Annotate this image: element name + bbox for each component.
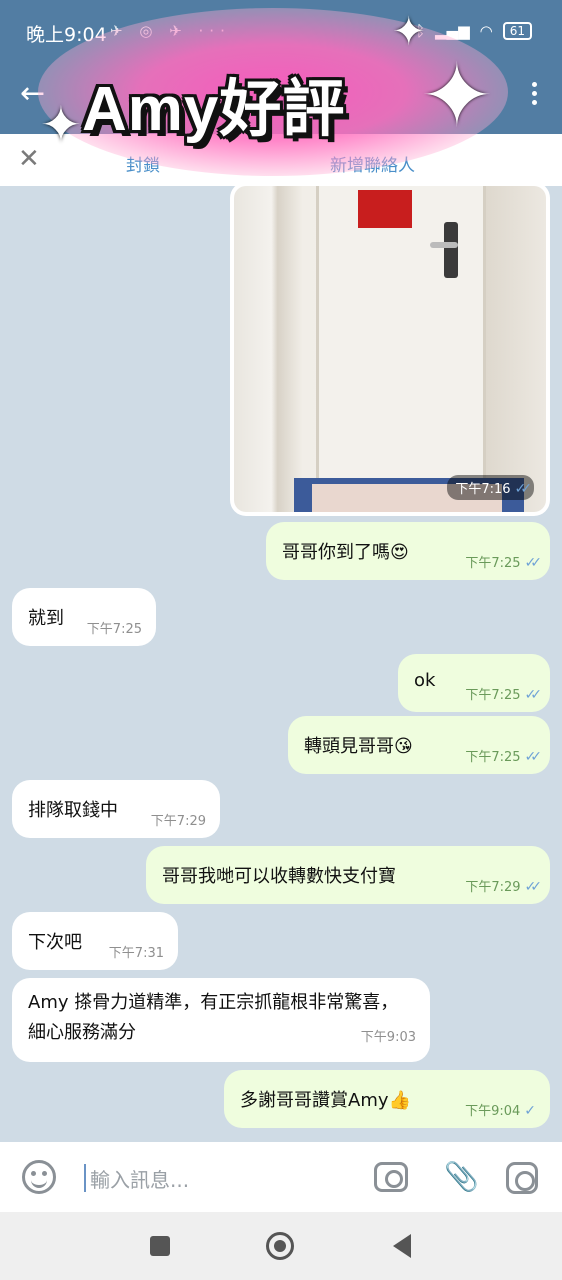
overlay-title: Amy好評 xyxy=(82,75,346,144)
sparkle-icon: ✦ xyxy=(420,44,494,147)
read-checks-icon: ✓✓ xyxy=(514,481,533,497)
wifi-icon: ◠ xyxy=(479,22,493,40)
photo-message[interactable]: 下午7:16 ✓✓ xyxy=(230,186,550,516)
message-bubble[interactable]: 哥哥我哋可以收轉數快支付寶 下午7:29 ✓✓ xyxy=(146,846,550,904)
message-bubble[interactable]: Amy 搽骨力道精準，有正宗抓龍根非常驚喜，細心服務滿分 下午9:03 xyxy=(12,978,430,1062)
paperclip-icon[interactable]: 📎 xyxy=(444,1160,479,1193)
message-time: 下午7:25 ✓✓ xyxy=(465,555,543,571)
door-photo: 下午7:16 ✓✓ xyxy=(234,186,546,512)
message-text: ok xyxy=(414,670,436,691)
message-bubble[interactable]: 多謝哥哥讚賞Amy👍 下午9:04 ✓ xyxy=(224,1070,550,1128)
photo-timestamp: 下午7:16 ✓✓ xyxy=(447,475,534,500)
message-input[interactable]: 輸入訊息... xyxy=(90,1164,189,1193)
sent-check-icon: ✓ xyxy=(524,1103,536,1119)
home-icon[interactable] xyxy=(266,1232,294,1260)
text-cursor xyxy=(84,1164,86,1192)
message-text: 轉頭見哥哥😘 xyxy=(304,736,413,757)
message-bubble[interactable]: 就到 下午7:25 xyxy=(12,588,156,646)
message-time: 下午7:29 ✓✓ xyxy=(465,879,543,895)
message-text: 就到 xyxy=(28,608,64,629)
emoji-icon[interactable] xyxy=(22,1160,56,1194)
camera-icon[interactable] xyxy=(374,1162,408,1192)
instagram-icon[interactable] xyxy=(506,1162,538,1194)
message-bubble[interactable]: 排隊取錢中 下午7:29 xyxy=(12,780,220,838)
more-vert-icon[interactable] xyxy=(528,82,540,110)
sparkle-icon: ✦ xyxy=(40,96,82,154)
close-icon[interactable]: ✕ xyxy=(18,144,40,174)
sparkle-icon: ✦ xyxy=(392,9,426,55)
system-nav-bar xyxy=(0,1212,562,1280)
battery-icon: 61 xyxy=(502,22,532,40)
door-handle xyxy=(430,242,458,248)
recents-icon[interactable] xyxy=(150,1236,170,1256)
message-text: 哥哥你到了嗎😍 xyxy=(282,542,409,563)
message-time: 下午9:04 ✓ xyxy=(465,1103,536,1119)
nav-back-icon[interactable] xyxy=(393,1234,411,1258)
message-bubble[interactable]: 下次吧 下午7:31 xyxy=(12,912,178,970)
message-text: Amy 搽骨力道精準，有正宗抓龍根非常驚喜，細心服務滿分 xyxy=(28,992,399,1043)
read-checks-icon: ✓✓ xyxy=(524,687,543,703)
message-time: 下午9:03 xyxy=(360,1030,416,1045)
chat-history[interactable]: 下午7:16 ✓✓ 哥哥你到了嗎😍 下午7:25 ✓✓ 就到 下午7:25 ok 下… xyxy=(0,186,562,1142)
message-bubble[interactable]: ok 下午7:25 ✓✓ xyxy=(398,654,550,712)
message-text: 哥哥我哋可以收轉數快支付寶 xyxy=(162,866,396,887)
message-text: 多謝哥哥讚賞Amy👍 xyxy=(240,1090,411,1111)
message-time: 下午7:31 xyxy=(108,946,164,961)
message-time: 下午7:29 xyxy=(150,814,206,829)
door-lock xyxy=(444,222,458,278)
message-bubble[interactable]: 哥哥你到了嗎😍 下午7:25 ✓✓ xyxy=(266,522,550,580)
message-time: 下午7:25 ✓✓ xyxy=(465,687,543,703)
message-bubble[interactable]: 轉頭見哥哥😘 下午7:25 ✓✓ xyxy=(288,716,550,774)
message-time: 下午7:25 ✓✓ xyxy=(465,749,543,765)
door xyxy=(316,186,486,486)
message-composer: 輸入訊息... 📎 xyxy=(0,1142,562,1212)
read-checks-icon: ✓✓ xyxy=(524,555,543,571)
message-time: 下午7:25 xyxy=(86,622,142,637)
read-checks-icon: ✓✓ xyxy=(524,749,543,765)
red-sign xyxy=(358,190,412,228)
message-text: 排隊取錢中 xyxy=(28,800,118,821)
read-checks-icon: ✓✓ xyxy=(524,879,543,895)
message-text: 下次吧 xyxy=(28,932,82,953)
